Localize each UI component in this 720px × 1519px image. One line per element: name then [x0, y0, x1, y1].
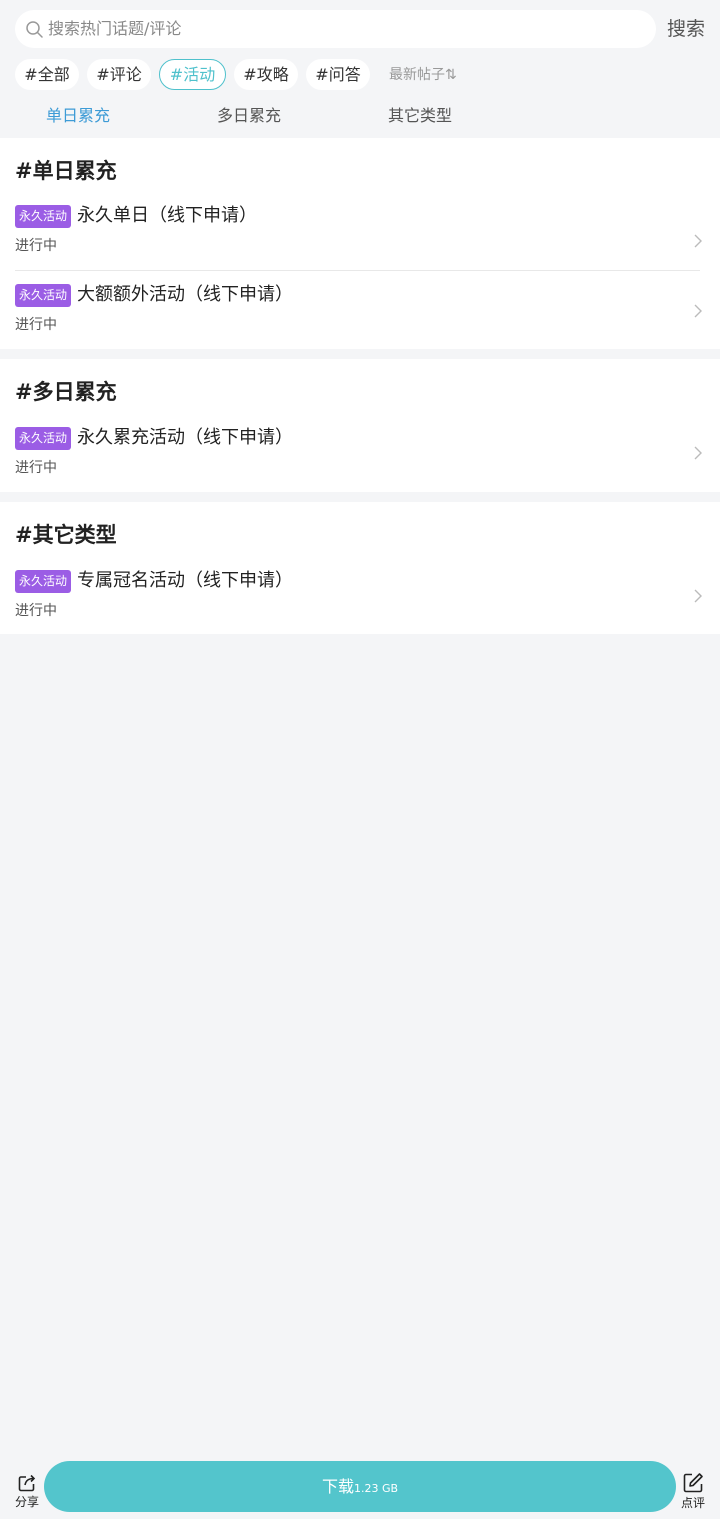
section-title: #其它类型 [15, 523, 117, 547]
download-label: 下载 [321, 1477, 354, 1496]
share-button[interactable]: 分享 [10, 1473, 44, 1513]
share-label: 分享 [14, 1495, 39, 1509]
tab-multi-day[interactable]: 多日累充 [217, 105, 281, 127]
item-status: 进行中 [15, 603, 57, 619]
status-badge: 永久活动 [15, 427, 72, 450]
edit-icon [683, 1473, 703, 1493]
chip-all[interactable]: #全部 [15, 59, 79, 90]
item-status: 进行中 [15, 460, 57, 476]
chevron-right-icon [694, 589, 702, 603]
chip-qa[interactable]: #问答 [306, 59, 370, 90]
search-button[interactable]: 搜索 [667, 17, 705, 41]
item-title: 专属冠名活动（线下申请） [77, 570, 293, 591]
section-title: #单日累充 [15, 159, 117, 183]
chip-review[interactable]: #评论 [87, 59, 151, 90]
share-icon [18, 1474, 36, 1492]
status-badge: 永久活动 [15, 284, 72, 307]
sort-button[interactable]: 最新帖子⇅ [389, 66, 457, 84]
section-single-day: #单日累充 永久活动 永久单日（线下申请） 进行中 永久活动 大额额外活动（线下… [0, 138, 720, 349]
item-status: 进行中 [15, 317, 57, 333]
item-title: 永久累充活动（线下申请） [77, 427, 293, 448]
search-input[interactable]: 搜索热门话题/评论 [15, 10, 656, 48]
list-item[interactable]: 永久活动 永久单日（线下申请） 进行中 [0, 201, 720, 271]
search-bar: 搜索热门话题/评论 搜索 [0, 0, 720, 56]
section-multi-day: #多日累充 永久活动 永久累充活动（线下申请） 进行中 [0, 359, 720, 492]
tab-other[interactable]: 其它类型 [388, 105, 452, 127]
status-badge: 永久活动 [15, 205, 72, 228]
chip-activity[interactable]: #活动 [159, 59, 226, 90]
list-item[interactable]: 永久活动 专属冠名活动（线下申请） 进行中 [0, 566, 720, 632]
item-title: 大额额外活动（线下申请） [77, 284, 293, 305]
item-title: 永久单日（线下申请） [77, 205, 257, 226]
chip-guide[interactable]: #攻略 [234, 59, 298, 90]
item-status: 进行中 [15, 238, 57, 254]
divider [15, 270, 700, 271]
search-icon [26, 21, 43, 38]
section-title: #多日累充 [15, 380, 117, 404]
status-badge: 永久活动 [15, 570, 72, 593]
chevron-right-icon [694, 304, 702, 318]
tab-single-day[interactable]: 单日累充 [46, 105, 110, 127]
download-size: 1.23 GB [353, 1482, 399, 1495]
search-placeholder: 搜索热门话题/评论 [48, 19, 182, 38]
download-button[interactable]: 下载1.23 GB [44, 1461, 676, 1512]
section-other: #其它类型 永久活动 专属冠名活动（线下申请） 进行中 [0, 502, 720, 634]
review-label: 点评 [680, 1496, 705, 1510]
chevron-right-icon [694, 446, 702, 460]
bottom-bar: 分享 下载1.23 GB 点评 [0, 1454, 720, 1519]
category-tabs: 单日累充 多日累充 其它类型 [0, 100, 720, 136]
review-button[interactable]: 点评 [676, 1472, 710, 1514]
chevron-right-icon [694, 234, 702, 248]
list-item[interactable]: 永久活动 永久累充活动（线下申请） 进行中 [0, 423, 720, 489]
list-item[interactable]: 永久活动 大额额外活动（线下申请） 进行中 [0, 280, 720, 345]
